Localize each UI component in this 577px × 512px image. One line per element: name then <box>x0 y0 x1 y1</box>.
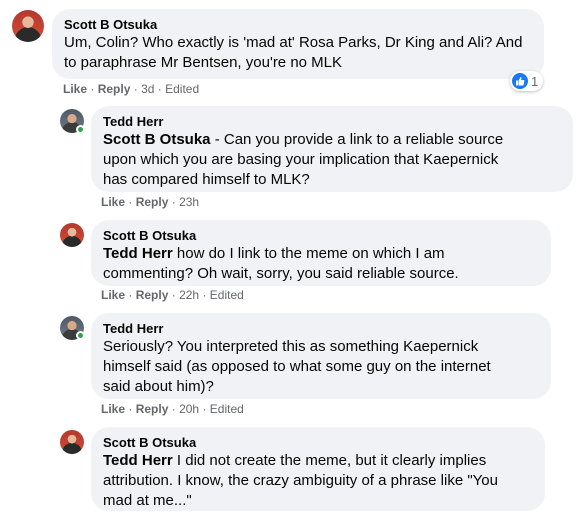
comment-author[interactable]: Tedd Herr <box>103 114 561 130</box>
separator: · <box>128 195 133 209</box>
comment-text-line: I did not create the meme, but it clearl… <box>172 452 487 469</box>
separator: · <box>171 195 176 209</box>
comment-text-line: himself said (as opposed to what some gu… <box>103 358 491 375</box>
edited-label[interactable]: Edited <box>210 288 244 302</box>
separator: · <box>133 82 138 96</box>
mention-link[interactable]: Tedd Herr <box>103 452 173 469</box>
comment-bubble: Scott B Otsuka Tedd Herr I did not creat… <box>91 427 545 511</box>
timestamp[interactable]: 22h <box>179 288 199 302</box>
separator: · <box>202 288 207 302</box>
reaction-count: 1 <box>531 73 539 89</box>
comment-text-line: to paraphrase Mr Bentsen, you're no MLK <box>64 54 343 71</box>
comment-bubble: Scott B Otsuka Tedd Herr how do I link t… <box>91 220 551 286</box>
comment-text-line: how do I link to the meme on which I am <box>172 245 445 262</box>
online-status-icon <box>76 331 85 340</box>
comment-text: Um, Colin? Who exactly is 'mad at' Rosa … <box>64 33 532 73</box>
edited-label[interactable]: Edited <box>210 402 244 416</box>
timestamp[interactable]: 3d <box>141 82 154 96</box>
reply-link[interactable]: Reply <box>136 402 169 416</box>
avatar[interactable] <box>60 223 84 247</box>
reply-link[interactable]: Reply <box>98 82 131 96</box>
comment-text: Tedd Herr how do I link to the meme on w… <box>103 244 539 284</box>
separator: · <box>90 82 95 96</box>
separator: · <box>171 288 176 302</box>
separator: · <box>202 402 207 416</box>
comment-bubble: Tedd Herr Scott B Otsuka - Can you provi… <box>91 106 573 192</box>
comment-author[interactable]: Scott B Otsuka <box>103 435 533 451</box>
comment-text-line: said about him)? <box>103 378 214 395</box>
reaction-summary[interactable]: 1 <box>510 71 544 91</box>
separator: · <box>157 82 162 96</box>
comment-text-line: has compared himself to MLK? <box>103 171 310 188</box>
comment-author[interactable]: Tedd Herr <box>103 321 539 337</box>
comment-author[interactable]: Scott B Otsuka <box>64 17 532 33</box>
comment-actions: Like · Reply · 23h <box>101 195 199 209</box>
comment-actions: Like · Reply · 22h · Edited <box>101 288 244 302</box>
like-link[interactable]: Like <box>101 402 125 416</box>
like-link[interactable]: Like <box>63 82 87 96</box>
comment-text-line: mad at me..." <box>103 492 192 509</box>
avatar[interactable] <box>12 10 44 42</box>
mention-link[interactable]: Scott B Otsuka <box>103 131 211 148</box>
like-link[interactable]: Like <box>101 288 125 302</box>
comment-text-line: commenting? Oh wait, sorry, you said rel… <box>103 265 459 282</box>
comment-text-line: attribution. I know, the crazy ambiguity… <box>103 472 498 489</box>
separator: · <box>171 402 176 416</box>
comment-text-line: - Can you provide a link to a reliable s… <box>210 131 504 148</box>
separator: · <box>128 402 133 416</box>
reply-link[interactable]: Reply <box>136 195 169 209</box>
comment-text-line: upon which you are basing your implicati… <box>103 151 499 168</box>
separator: · <box>128 288 133 302</box>
timestamp[interactable]: 20h <box>179 402 199 416</box>
avatar[interactable] <box>60 430 84 454</box>
comment-text-line: Um, Colin? Who exactly is 'mad at' Rosa … <box>64 34 523 51</box>
thumbs-up-icon <box>512 73 528 89</box>
comment-text: Scott B Otsuka - Can you provide a link … <box>103 130 561 190</box>
mention-link[interactable]: Tedd Herr <box>103 245 173 262</box>
comment-bubble: Scott B Otsuka Um, Colin? Who exactly is… <box>52 9 544 79</box>
like-link[interactable]: Like <box>101 195 125 209</box>
comment-text-line: Seriously? You interpreted this as somet… <box>103 338 479 355</box>
comment-text: Tedd Herr I did not create the meme, but… <box>103 451 533 511</box>
comment-actions: Like · Reply · 3d · Edited <box>63 82 199 96</box>
reply-link[interactable]: Reply <box>136 288 169 302</box>
comment-text: Seriously? You interpreted this as somet… <box>103 337 539 397</box>
comment-author[interactable]: Scott B Otsuka <box>103 228 539 244</box>
comment-bubble: Tedd Herr Seriously? You interpreted thi… <box>91 313 551 399</box>
edited-label[interactable]: Edited <box>165 82 199 96</box>
online-status-icon <box>76 125 85 134</box>
timestamp[interactable]: 23h <box>179 195 199 209</box>
comment-actions: Like · Reply · 20h · Edited <box>101 402 244 416</box>
